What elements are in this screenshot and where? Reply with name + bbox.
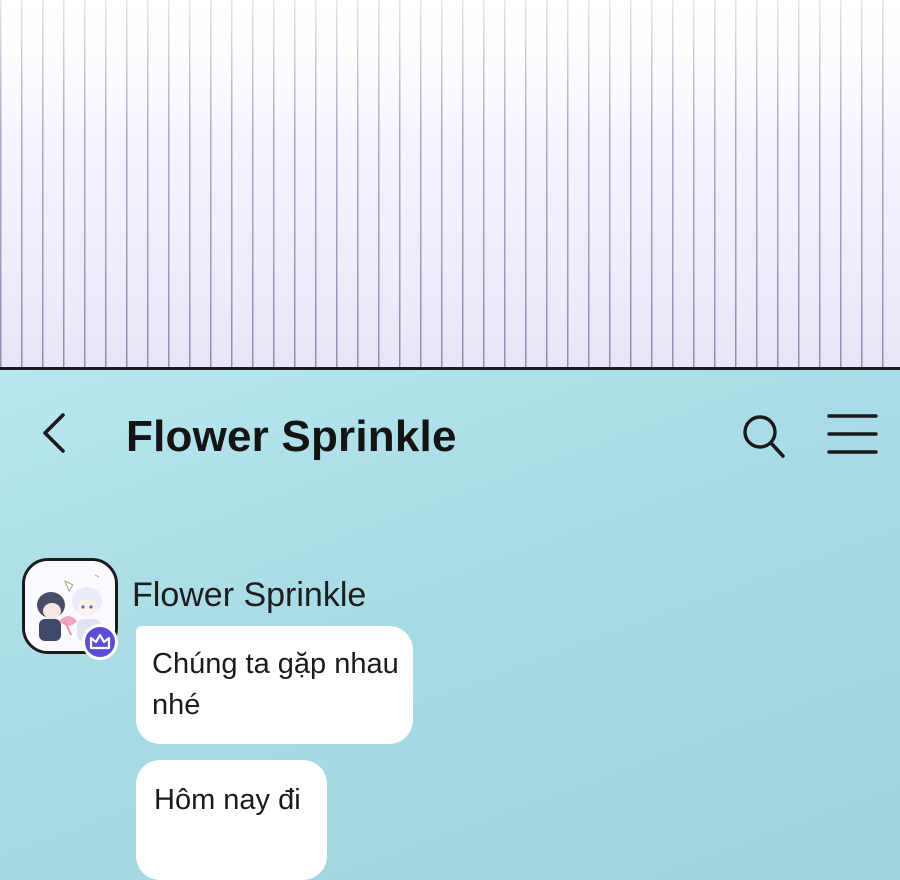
crown-badge: [82, 624, 118, 660]
chevron-left-icon: [43, 413, 65, 453]
message-text: Hôm nay đi: [154, 784, 301, 816]
comic-panel: Flower Sprinkle Flower Sprinkle Chúng ta…: [0, 0, 900, 880]
search-icon: [743, 415, 785, 458]
crown-icon: [89, 633, 111, 650]
chat-header: Flower Sprinkle: [0, 370, 900, 500]
message-text: Chúng ta gặp nhau nhé: [152, 648, 399, 721]
chat-screen: Flower Sprinkle Flower Sprinkle Chúng ta…: [0, 370, 900, 880]
back-button[interactable]: [32, 408, 76, 458]
message-bubble[interactable]: Hôm nay đi: [136, 760, 327, 880]
hamburger-menu-icon: [827, 414, 878, 454]
chat-title: Flower Sprinkle: [126, 412, 457, 461]
sender-name: Flower Sprinkle: [132, 576, 367, 614]
striped-background: [0, 0, 900, 368]
message-bubble[interactable]: Chúng ta gặp nhau nhé: [136, 626, 413, 744]
search-button[interactable]: [738, 410, 790, 462]
menu-button[interactable]: [826, 410, 880, 458]
